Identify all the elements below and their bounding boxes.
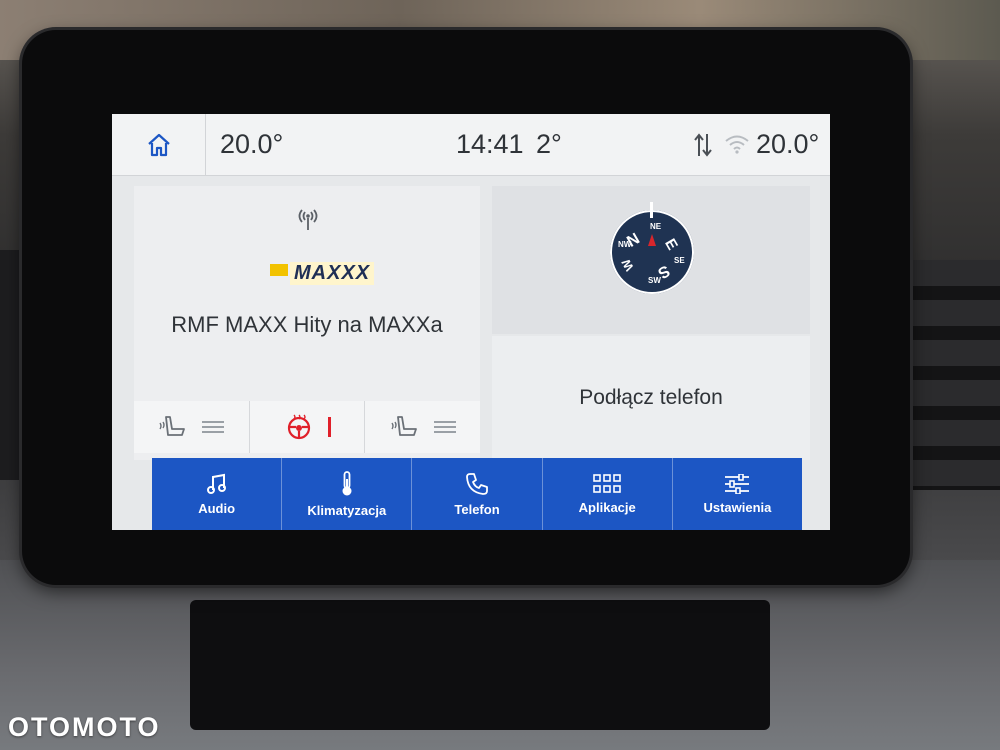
nav-audio-label: Audio	[198, 500, 236, 516]
status-bar: 20.0° 14:41 2° 20.0°	[112, 114, 830, 176]
compass-label-e: E	[661, 235, 681, 254]
heat-level-indicator	[433, 421, 456, 433]
connect-phone-card[interactable]: Podłącz telefon	[492, 336, 810, 460]
wheel-heat-level-indicator	[327, 417, 331, 437]
heated-seat-passenger-button[interactable]	[365, 401, 480, 453]
nav-climate-label: Klimatyzacja	[307, 502, 387, 518]
heated-steering-wheel-icon	[287, 414, 310, 440]
heat-level-indicator	[202, 421, 225, 433]
heated-wheel-button[interactable]	[250, 401, 366, 453]
sliders-icon	[725, 473, 750, 494]
compass-heading-tick	[650, 202, 653, 218]
wifi-icon	[725, 135, 749, 154]
music-note-icon	[206, 473, 226, 494]
nav-phone-label: Telefon	[454, 501, 500, 517]
compass-label-ne: NE	[650, 222, 662, 231]
compass-card[interactable]: N NE E SE S SW W NW	[492, 186, 810, 334]
station-logo: MAXXX	[270, 260, 380, 286]
nav-settings-label: Ustawienia	[703, 499, 772, 515]
compass-label-w: W	[618, 256, 637, 274]
home-icon	[147, 133, 170, 157]
heated-seat-icon	[391, 416, 417, 436]
compass-icon: N NE E SE S SW W NW	[610, 202, 694, 294]
thermometer-icon	[342, 470, 352, 495]
center-console-tray	[190, 600, 770, 730]
climate-quick-controls	[134, 401, 480, 453]
data-sync-icon	[694, 133, 712, 157]
apps-grid-icon	[593, 473, 622, 493]
nav-audio[interactable]: Audio	[152, 458, 283, 530]
heated-seat-icon	[159, 416, 186, 436]
compass-label-nw: NW	[618, 240, 632, 249]
compass-needle	[648, 234, 656, 246]
connect-phone-label: Podłącz telefon	[579, 386, 723, 409]
bottom-navigation: Audio Klimatyzacja Telefon Aplikacje Ust…	[152, 458, 802, 530]
heated-seat-driver-button[interactable]	[134, 401, 250, 453]
nav-climate[interactable]: Klimatyzacja	[282, 458, 413, 530]
station-name: RMF MAXX Hity na MAXXa	[171, 312, 443, 337]
nav-apps[interactable]: Aplikacje	[543, 458, 673, 530]
radio-signal-icon	[298, 209, 318, 230]
compass-label-sw: SW	[648, 276, 661, 285]
compass-label-se: SE	[674, 256, 685, 265]
phone-icon	[466, 472, 488, 495]
passenger-temperature[interactable]: 20.0°	[756, 129, 819, 160]
outside-temperature: 2°	[536, 129, 562, 159]
nav-apps-label: Aplikacje	[578, 499, 636, 515]
driver-temperature[interactable]: 20.0°	[220, 129, 283, 160]
nav-phone[interactable]: Telefon	[412, 458, 543, 530]
logo-chip	[270, 264, 288, 276]
nav-settings[interactable]: Ustawienia	[673, 458, 802, 530]
station-logo-text: MAXXX	[290, 261, 375, 285]
clock: 14:41	[456, 129, 524, 159]
watermark-logo: OTOMOTO	[8, 712, 161, 742]
home-button[interactable]	[112, 114, 206, 176]
infotainment-screen: 20.0° 14:41 2° 20.0° MAXXX RMF MAXX Hity	[112, 114, 830, 530]
